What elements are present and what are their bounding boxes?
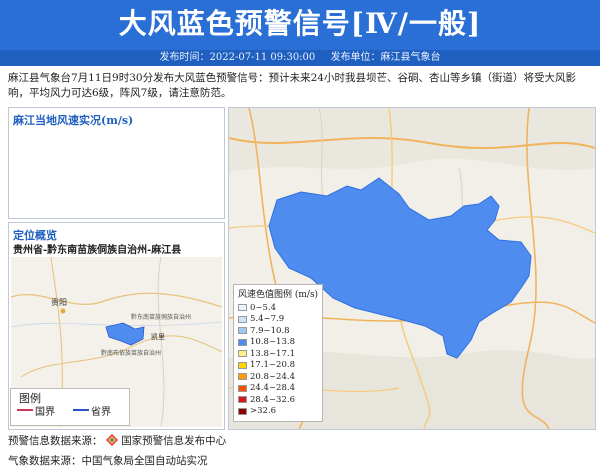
overview-legend: 图例 国界 省界	[10, 388, 130, 426]
guiyang-marker	[60, 308, 66, 314]
wind-legend-label: 0~5.4	[250, 302, 277, 313]
publish-time: 发布时间：2022-07-11 09:30:00	[159, 52, 316, 63]
map-label-qdn: 黔东南苗族侗族自治州	[131, 313, 191, 321]
warning-center-logo-icon	[105, 434, 118, 446]
wind-legend-swatch	[238, 396, 247, 404]
map-label-qn: 黔南布依族苗族自治州	[101, 349, 161, 357]
source-line-2: 气象数据来源：中国气象局全国自动站实况	[8, 455, 208, 467]
wind-legend-label: >32.6	[250, 406, 277, 417]
province-border-label: 省界	[91, 407, 111, 418]
national-border-label: 国界	[35, 407, 55, 418]
wind-speed-panel: 麻江当地风速实况(m/s)	[8, 107, 225, 219]
wind-legend-item: 0~5.4	[234, 302, 322, 314]
national-border-swatch	[17, 409, 33, 411]
wind-legend-item: 17.1~20.8	[234, 360, 322, 372]
wind-legend-item: 7.9~10.8	[234, 325, 322, 337]
source1-label: 预警信息数据来源：	[8, 435, 103, 447]
warning-title: 大风蓝色预警信号[Ⅳ/一般]	[118, 7, 482, 40]
wind-legend-swatch	[238, 327, 247, 335]
wind-legend-label: 13.8~17.1	[250, 348, 295, 359]
publish-unit: 发布单位：麻江县气象台	[330, 52, 441, 63]
map-label-guiyang: 贵阳	[51, 297, 67, 307]
wind-legend-swatch	[238, 315, 247, 323]
source1-value: 国家预警信息发布中心	[121, 435, 227, 447]
source-line-1: 预警信息数据来源： 国家预警信息发布中心	[8, 433, 226, 448]
wind-legend-item: 10.8~13.8	[234, 337, 322, 349]
publish-meta-bar: 发布时间：2022-07-11 09:30:00 发布单位：麻江县气象台	[0, 50, 600, 66]
wind-legend-swatch	[238, 350, 247, 358]
wind-legend-swatch	[238, 361, 247, 369]
wind-legend-label: 24.4~28.4	[250, 383, 295, 394]
wind-legend-swatch	[238, 384, 247, 392]
map-label-kaili: 凯里	[151, 332, 165, 341]
wind-legend-label: 10.8~13.8	[250, 337, 295, 348]
wind-legend-label: 17.1~20.8	[250, 360, 295, 371]
wind-legend-label: 7.9~10.8	[250, 325, 290, 336]
wind-legend-swatch	[238, 304, 247, 312]
wind-legend-item: 28.4~32.6	[234, 394, 322, 406]
wind-legend-item: 20.8~24.4	[234, 371, 322, 383]
location-subtitle: 贵州省-黔东南苗族侗族自治州-麻江县	[13, 245, 182, 256]
wind-legend-swatch	[238, 407, 247, 415]
wind-legend-swatch	[238, 338, 247, 346]
wind-legend-item: 5.4~7.9	[234, 314, 322, 326]
wind-legend-item: >32.6	[234, 406, 322, 418]
wind-legend-label: 28.4~32.6	[250, 394, 295, 405]
wind-legend-swatch	[238, 373, 247, 381]
wind-legend-item: 24.4~28.4	[234, 383, 322, 395]
wind-legend-title: 风速色值图例 (m/s)	[238, 290, 319, 300]
warning-header: 大风蓝色预警信号[Ⅳ/一般] 发布时间：2022-07-11 09:30:00 …	[0, 0, 600, 66]
wind-legend-label: 5.4~7.9	[250, 314, 285, 325]
warning-description: 麻江县气象台7月11日9时30分发布大风蓝色预警信号：预计未来24小时我县坝芒、…	[8, 72, 576, 99]
wind-legend-label: 20.8~24.4	[250, 371, 295, 382]
province-border-swatch	[73, 409, 89, 411]
wind-speed-legend: 风速色值图例 (m/s) 0~5.4 5.4~7.9 7.9~10.8 10.8~13…	[233, 284, 323, 422]
wind-legend-item: 13.8~17.1	[234, 348, 322, 360]
wind-panel-title: 麻江当地风速实况(m/s)	[13, 114, 134, 127]
